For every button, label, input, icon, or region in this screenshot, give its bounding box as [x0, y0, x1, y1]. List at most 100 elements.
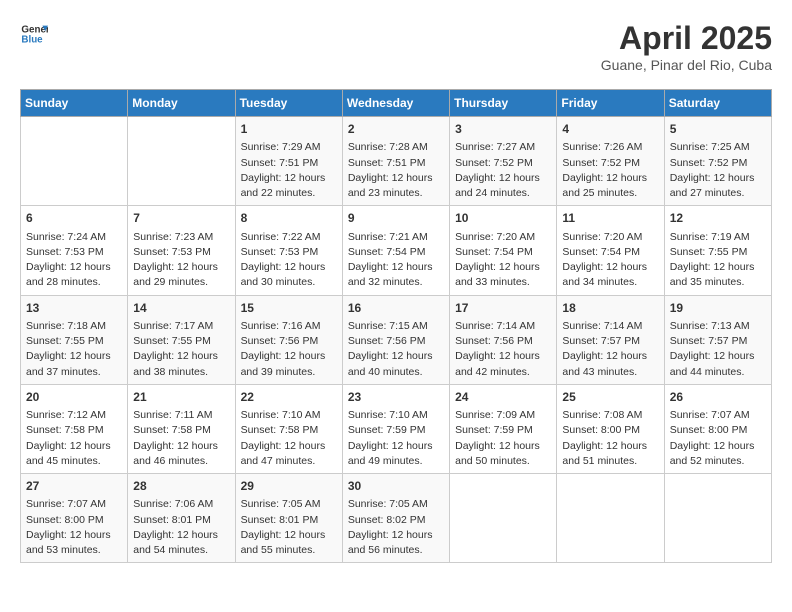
- calendar-cell: [664, 474, 771, 563]
- day-number: 20: [26, 389, 122, 406]
- day-info: Sunrise: 7:11 AMSunset: 7:58 PMDaylight:…: [133, 408, 229, 469]
- day-number: 24: [455, 389, 551, 406]
- calendar-cell: [450, 474, 557, 563]
- day-info: Sunrise: 7:10 AMSunset: 7:59 PMDaylight:…: [348, 408, 444, 469]
- day-info: Sunrise: 7:14 AMSunset: 7:57 PMDaylight:…: [562, 319, 658, 380]
- calendar-cell: 17 Sunrise: 7:14 AMSunset: 7:56 PMDayligh…: [450, 295, 557, 384]
- day-info: Sunrise: 7:24 AMSunset: 7:53 PMDaylight:…: [26, 230, 122, 291]
- day-number: 27: [26, 478, 122, 495]
- calendar-cell: 20 Sunrise: 7:12 AMSunset: 7:58 PMDayligh…: [21, 384, 128, 473]
- calendar-cell: 26Sunrise: 7:07 AMSunset: 8:00 PMDayligh…: [664, 384, 771, 473]
- day-info: Sunrise: 7:16 AMSunset: 7:56 PMDaylight:…: [241, 319, 337, 380]
- day-info: Sunrise: 7:05 AMSunset: 8:02 PMDaylight:…: [348, 497, 444, 558]
- calendar-cell: 24 Sunrise: 7:09 AMSunset: 7:59 PMDayligh…: [450, 384, 557, 473]
- day-info: Sunrise: 7:09 AMSunset: 7:59 PMDaylight:…: [455, 408, 551, 469]
- day-number: 6: [26, 210, 122, 227]
- day-info: Sunrise: 7:14 AMSunset: 7:56 PMDaylight:…: [455, 319, 551, 380]
- day-info: Sunrise: 7:29 AMSunset: 7:51 PMDaylight:…: [241, 140, 337, 201]
- day-info: Sunrise: 7:15 AMSunset: 7:56 PMDaylight:…: [348, 319, 444, 380]
- day-info: Sunrise: 7:20 AMSunset: 7:54 PMDaylight:…: [562, 230, 658, 291]
- day-info: Sunrise: 7:21 AMSunset: 7:54 PMDaylight:…: [348, 230, 444, 291]
- day-header-thursday: Thursday: [450, 90, 557, 117]
- day-header-sunday: Sunday: [21, 90, 128, 117]
- day-number: 11: [562, 210, 658, 227]
- calendar-cell: 13Sunrise: 7:18 AMSunset: 7:55 PMDayligh…: [21, 295, 128, 384]
- day-number: 25: [562, 389, 658, 406]
- calendar-cell: 23 Sunrise: 7:10 AMSunset: 7:59 PMDayligh…: [342, 384, 449, 473]
- week-row-2: 6 Sunrise: 7:24 AMSunset: 7:53 PMDaylight…: [21, 206, 772, 295]
- day-number: 3: [455, 121, 551, 138]
- day-number: 19: [670, 300, 766, 317]
- calendar-cell: 4 Sunrise: 7:26 AMSunset: 7:52 PMDaylight…: [557, 117, 664, 206]
- day-number: 17: [455, 300, 551, 317]
- logo-icon: General Blue: [20, 20, 48, 48]
- day-header-tuesday: Tuesday: [235, 90, 342, 117]
- header-row: SundayMondayTuesdayWednesdayThursdayFrid…: [21, 90, 772, 117]
- calendar-cell: 21Sunrise: 7:11 AMSunset: 7:58 PMDayligh…: [128, 384, 235, 473]
- day-info: Sunrise: 7:27 AMSunset: 7:52 PMDaylight:…: [455, 140, 551, 201]
- day-number: 14: [133, 300, 229, 317]
- calendar-cell: 14 Sunrise: 7:17 AMSunset: 7:55 PMDayligh…: [128, 295, 235, 384]
- calendar-cell: 1 Sunrise: 7:29 AMSunset: 7:51 PMDaylight…: [235, 117, 342, 206]
- day-info: Sunrise: 7:26 AMSunset: 7:52 PMDaylight:…: [562, 140, 658, 201]
- day-number: 12: [670, 210, 766, 227]
- calendar-cell: 18Sunrise: 7:14 AMSunset: 7:57 PMDayligh…: [557, 295, 664, 384]
- calendar-cell: 22 Sunrise: 7:10 AMSunset: 7:58 PMDayligh…: [235, 384, 342, 473]
- day-info: Sunrise: 7:20 AMSunset: 7:54 PMDaylight:…: [455, 230, 551, 291]
- day-info: Sunrise: 7:18 AMSunset: 7:55 PMDaylight:…: [26, 319, 122, 380]
- calendar-cell: 11 Sunrise: 7:20 AMSunset: 7:54 PMDayligh…: [557, 206, 664, 295]
- day-number: 30: [348, 478, 444, 495]
- day-number: 29: [241, 478, 337, 495]
- calendar-cell: 30 Sunrise: 7:05 AMSunset: 8:02 PMDayligh…: [342, 474, 449, 563]
- day-number: 7: [133, 210, 229, 227]
- day-number: 9: [348, 210, 444, 227]
- day-header-friday: Friday: [557, 90, 664, 117]
- day-info: Sunrise: 7:07 AMSunset: 8:00 PMDaylight:…: [670, 408, 766, 469]
- day-info: Sunrise: 7:17 AMSunset: 7:55 PMDaylight:…: [133, 319, 229, 380]
- day-info: Sunrise: 7:06 AMSunset: 8:01 PMDaylight:…: [133, 497, 229, 558]
- day-number: 4: [562, 121, 658, 138]
- day-number: 16: [348, 300, 444, 317]
- calendar-cell: 3 Sunrise: 7:27 AMSunset: 7:52 PMDaylight…: [450, 117, 557, 206]
- calendar-cell: 28 Sunrise: 7:06 AMSunset: 8:01 PMDayligh…: [128, 474, 235, 563]
- day-header-monday: Monday: [128, 90, 235, 117]
- calendar-cell: 9 Sunrise: 7:21 AMSunset: 7:54 PMDaylight…: [342, 206, 449, 295]
- calendar-cell: 25Sunrise: 7:08 AMSunset: 8:00 PMDayligh…: [557, 384, 664, 473]
- calendar-cell: 12 Sunrise: 7:19 AMSunset: 7:55 PMDayligh…: [664, 206, 771, 295]
- day-number: 10: [455, 210, 551, 227]
- calendar-cell: 5 Sunrise: 7:25 AMSunset: 7:52 PMDaylight…: [664, 117, 771, 206]
- day-number: 5: [670, 121, 766, 138]
- day-info: Sunrise: 7:07 AMSunset: 8:00 PMDaylight:…: [26, 497, 122, 558]
- calendar-table: SundayMondayTuesdayWednesdayThursdayFrid…: [20, 89, 772, 563]
- day-number: 1: [241, 121, 337, 138]
- day-info: Sunrise: 7:13 AMSunset: 7:57 PMDaylight:…: [670, 319, 766, 380]
- week-row-3: 13Sunrise: 7:18 AMSunset: 7:55 PMDayligh…: [21, 295, 772, 384]
- calendar-cell: 2Sunrise: 7:28 AMSunset: 7:51 PMDaylight…: [342, 117, 449, 206]
- day-info: Sunrise: 7:22 AMSunset: 7:53 PMDaylight:…: [241, 230, 337, 291]
- logo: General Blue: [20, 20, 50, 48]
- day-number: 23: [348, 389, 444, 406]
- day-info: Sunrise: 7:23 AMSunset: 7:53 PMDaylight:…: [133, 230, 229, 291]
- calendar-cell: [21, 117, 128, 206]
- page-header: General Blue April 2025 Guane, Pinar del…: [20, 20, 772, 73]
- day-number: 22: [241, 389, 337, 406]
- day-info: Sunrise: 7:10 AMSunset: 7:58 PMDaylight:…: [241, 408, 337, 469]
- calendar-cell: 16 Sunrise: 7:15 AMSunset: 7:56 PMDayligh…: [342, 295, 449, 384]
- day-number: 28: [133, 478, 229, 495]
- day-number: 8: [241, 210, 337, 227]
- page-title: April 2025: [601, 20, 772, 57]
- day-number: 15: [241, 300, 337, 317]
- day-info: Sunrise: 7:12 AMSunset: 7:58 PMDaylight:…: [26, 408, 122, 469]
- calendar-cell: 15 Sunrise: 7:16 AMSunset: 7:56 PMDayligh…: [235, 295, 342, 384]
- title-block: April 2025 Guane, Pinar del Rio, Cuba: [601, 20, 772, 73]
- week-row-5: 27 Sunrise: 7:07 AMSunset: 8:00 PMDayligh…: [21, 474, 772, 563]
- calendar-cell: 29Sunrise: 7:05 AMSunset: 8:01 PMDayligh…: [235, 474, 342, 563]
- calendar-cell: 10 Sunrise: 7:20 AMSunset: 7:54 PMDayligh…: [450, 206, 557, 295]
- calendar-cell: 6 Sunrise: 7:24 AMSunset: 7:53 PMDaylight…: [21, 206, 128, 295]
- calendar-cell: 8 Sunrise: 7:22 AMSunset: 7:53 PMDaylight…: [235, 206, 342, 295]
- day-info: Sunrise: 7:25 AMSunset: 7:52 PMDaylight:…: [670, 140, 766, 201]
- page-subtitle: Guane, Pinar del Rio, Cuba: [601, 57, 772, 73]
- day-number: 2: [348, 121, 444, 138]
- day-info: Sunrise: 7:19 AMSunset: 7:55 PMDaylight:…: [670, 230, 766, 291]
- calendar-cell: [557, 474, 664, 563]
